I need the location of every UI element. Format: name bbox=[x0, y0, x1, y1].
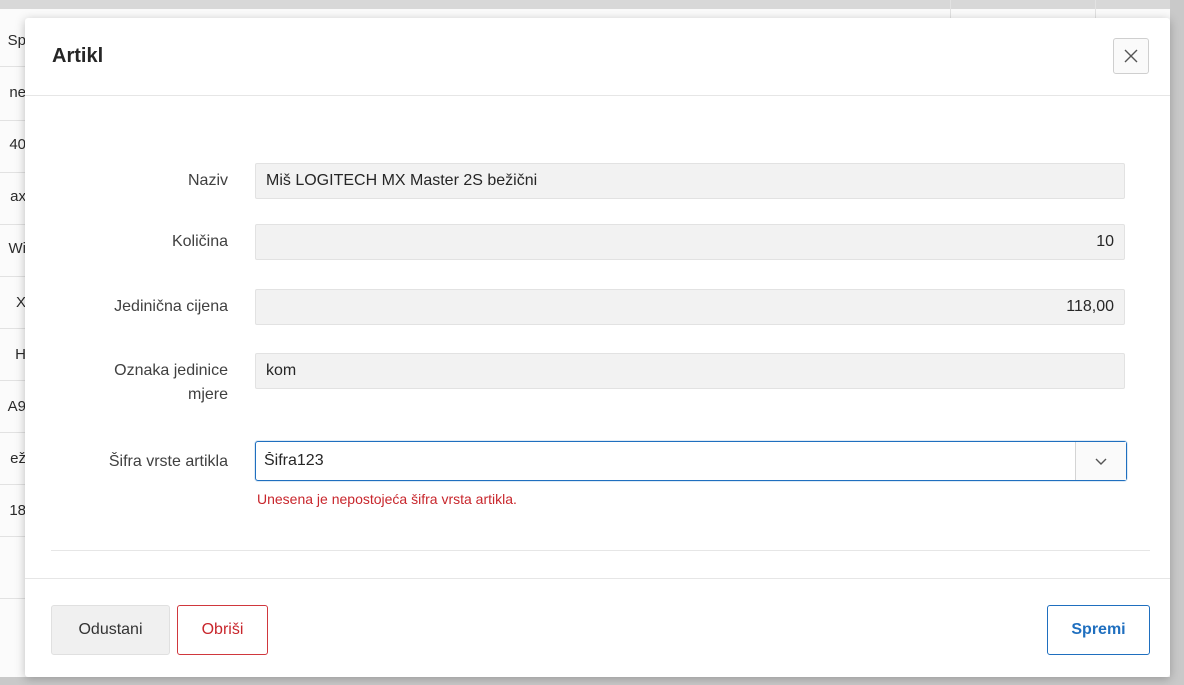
kolicina-input[interactable] bbox=[255, 224, 1125, 260]
cijena-input[interactable] bbox=[255, 289, 1125, 325]
sifra-dropdown-button[interactable] bbox=[1075, 442, 1126, 480]
background-bottom-strip bbox=[0, 677, 1184, 685]
sifra-input[interactable] bbox=[256, 442, 1076, 480]
dialog-footer: Odustani Obriši Spremi bbox=[25, 578, 1170, 678]
body-divider bbox=[51, 550, 1150, 551]
close-icon bbox=[1124, 49, 1138, 63]
background-cell: ne bbox=[9, 84, 26, 101]
close-button[interactable] bbox=[1113, 38, 1149, 74]
dialog-header: Artikl bbox=[25, 18, 1170, 96]
delete-button[interactable]: Obriši bbox=[177, 605, 268, 655]
background-cell: X bbox=[15, 294, 26, 311]
kolicina-label: Količina bbox=[171, 233, 228, 250]
jedinica-label-line2: mjere bbox=[187, 386, 228, 403]
background-header-strip bbox=[0, 0, 1184, 9]
cijena-label: Jedinična cijena bbox=[114, 298, 228, 315]
jedinica-label-line1: Oznaka jedinice bbox=[114, 362, 228, 379]
save-button[interactable]: Spremi bbox=[1047, 605, 1150, 655]
background-cell: ež bbox=[10, 450, 26, 467]
jedinica-label: Oznaka jedinice mjere bbox=[114, 359, 228, 407]
background-scrollbar-area bbox=[1170, 0, 1184, 685]
cancel-button[interactable]: Odustani bbox=[51, 605, 170, 655]
naziv-label: Naziv bbox=[187, 172, 228, 189]
background-cell: Wi bbox=[8, 240, 27, 257]
background-cell: Sp bbox=[7, 32, 26, 49]
jedinica-input[interactable] bbox=[255, 353, 1125, 389]
naziv-input[interactable] bbox=[255, 163, 1125, 199]
sifra-label: Šifra vrste artikla bbox=[108, 453, 228, 470]
sifra-combobox bbox=[255, 441, 1127, 481]
chevron-down-icon bbox=[1095, 458, 1107, 465]
background-cell: 40 bbox=[9, 136, 26, 153]
background-cell: 18 bbox=[9, 502, 26, 519]
sifra-error-message: Unesena je nepostojeća šifra vrsta artik… bbox=[257, 491, 517, 507]
background-cell: A9 bbox=[7, 398, 26, 415]
artikl-dialog: Artikl Naziv Količina Jedinična cijena O… bbox=[25, 18, 1170, 677]
dialog-title: Artikl bbox=[52, 45, 104, 67]
background-cell: ax bbox=[10, 188, 26, 205]
background-cell: H bbox=[15, 346, 26, 363]
